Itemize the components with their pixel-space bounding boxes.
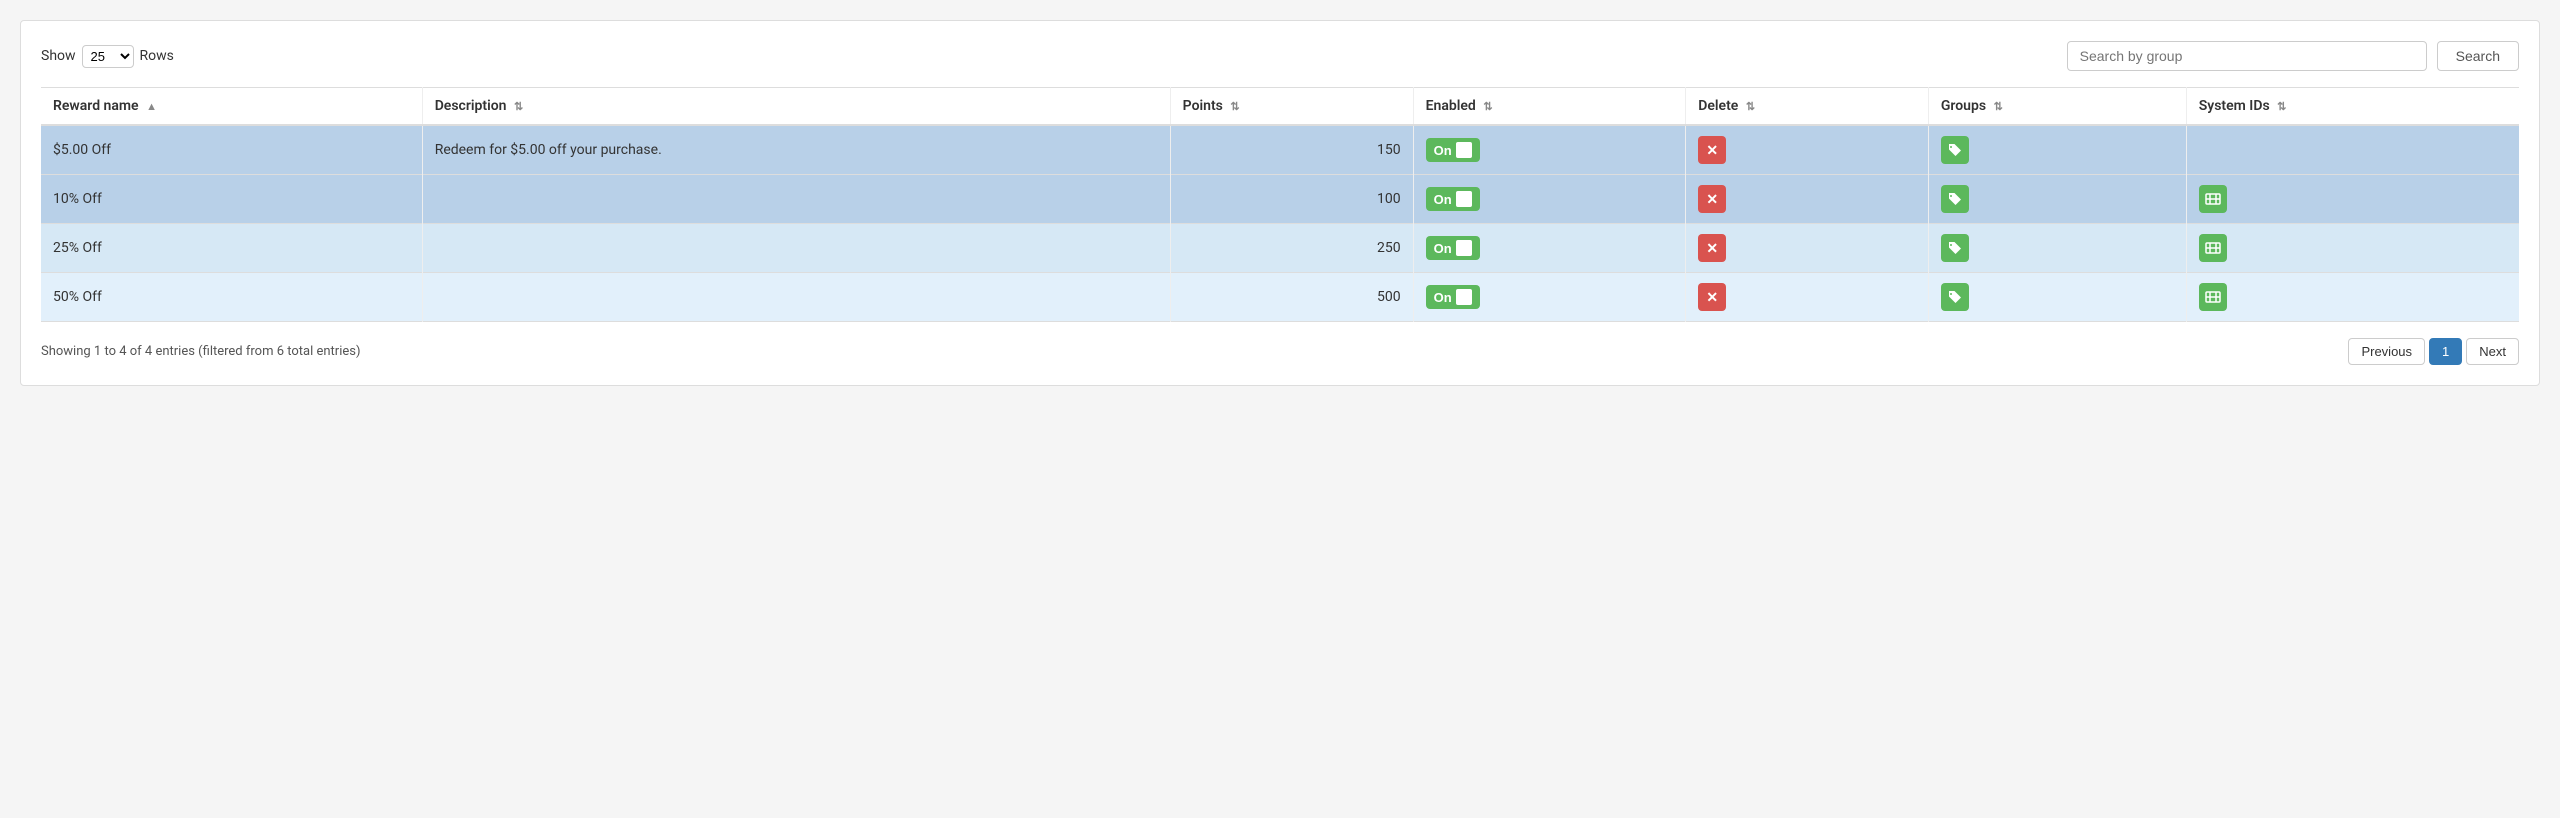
rows-select[interactable]: 25 10 50 100 — [82, 45, 134, 68]
toggle-knob — [1456, 191, 1472, 207]
table-header-row: Reward name ▲ Description ⇅ Points ⇅ Ena… — [41, 88, 2519, 126]
toggle-knob — [1456, 289, 1472, 305]
top-bar: Show 25 10 50 100 Rows Search — [41, 41, 2519, 71]
cell-points: 500 — [1170, 273, 1413, 322]
footer-bar: Showing 1 to 4 of 4 entries (filtered fr… — [41, 338, 2519, 365]
sort-icon-enabled: ⇅ — [1483, 100, 1492, 113]
enabled-toggle[interactable]: On — [1426, 138, 1480, 162]
cell-groups — [1928, 273, 2186, 322]
groups-button[interactable] — [1941, 136, 1969, 164]
pagination: Previous 1 Next — [2348, 338, 2519, 365]
cell-sysid — [2186, 125, 2519, 175]
cell-reward-name: 25% Off — [41, 224, 422, 273]
table-row: 10% Off 100 On ✕ — [41, 175, 2519, 224]
enabled-toggle[interactable]: On — [1426, 187, 1480, 211]
sysid-button[interactable] — [2199, 185, 2227, 213]
col-header-points[interactable]: Points ⇅ — [1170, 88, 1413, 126]
show-label: Show — [41, 48, 76, 64]
delete-button[interactable]: ✕ — [1698, 234, 1726, 262]
sort-icon-points: ⇅ — [1230, 100, 1239, 113]
cell-points: 250 — [1170, 224, 1413, 273]
table-row: 50% Off 500 On ✕ — [41, 273, 2519, 322]
toggle-knob — [1456, 240, 1472, 256]
show-rows-control: Show 25 10 50 100 Rows — [41, 45, 174, 68]
sort-icon-delete: ⇅ — [1746, 100, 1755, 113]
enabled-toggle[interactable]: On — [1426, 285, 1480, 309]
cell-delete: ✕ — [1686, 125, 1929, 175]
sort-icon-sysids: ⇅ — [2277, 100, 2286, 113]
table-row: 25% Off 250 On ✕ — [41, 224, 2519, 273]
groups-button[interactable] — [1941, 283, 1969, 311]
toggle-knob — [1456, 142, 1472, 158]
delete-button[interactable]: ✕ — [1698, 185, 1726, 213]
cell-enabled: On — [1413, 175, 1686, 224]
cell-description — [422, 224, 1170, 273]
search-group-input[interactable] — [2067, 41, 2427, 71]
sort-icon-reward-name: ▲ — [146, 100, 157, 113]
col-header-groups[interactable]: Groups ⇅ — [1928, 88, 2186, 126]
delete-button[interactable]: ✕ — [1698, 136, 1726, 164]
cell-description — [422, 273, 1170, 322]
groups-button[interactable] — [1941, 185, 1969, 213]
col-header-sysids[interactable]: System IDs ⇅ — [2186, 88, 2519, 126]
sysid-button[interactable] — [2199, 283, 2227, 311]
delete-button[interactable]: ✕ — [1698, 283, 1726, 311]
cell-sysid — [2186, 175, 2519, 224]
search-area: Search — [2067, 41, 2519, 71]
col-header-delete[interactable]: Delete ⇅ — [1686, 88, 1929, 126]
enabled-toggle[interactable]: On — [1426, 236, 1480, 260]
search-button[interactable]: Search — [2437, 41, 2519, 71]
next-button[interactable]: Next — [2466, 338, 2519, 365]
cell-delete: ✕ — [1686, 175, 1929, 224]
cell-delete: ✕ — [1686, 273, 1929, 322]
table-summary: Showing 1 to 4 of 4 entries (filtered fr… — [41, 344, 361, 359]
cell-points: 100 — [1170, 175, 1413, 224]
cell-sysid — [2186, 273, 2519, 322]
cell-delete: ✕ — [1686, 224, 1929, 273]
groups-button[interactable] — [1941, 234, 1969, 262]
cell-reward-name: 50% Off — [41, 273, 422, 322]
rows-label: Rows — [140, 48, 174, 64]
cell-enabled: On — [1413, 224, 1686, 273]
main-container: Show 25 10 50 100 Rows Search Reward nam… — [20, 20, 2540, 386]
cell-groups — [1928, 224, 2186, 273]
cell-enabled: On — [1413, 273, 1686, 322]
sysid-button[interactable] — [2199, 234, 2227, 262]
cell-reward-name: 10% Off — [41, 175, 422, 224]
page-1-button[interactable]: 1 — [2429, 338, 2462, 365]
cell-description — [422, 175, 1170, 224]
sort-icon-groups: ⇅ — [1994, 100, 2003, 113]
col-header-description[interactable]: Description ⇅ — [422, 88, 1170, 126]
cell-points: 150 — [1170, 125, 1413, 175]
rewards-table: Reward name ▲ Description ⇅ Points ⇅ Ena… — [41, 87, 2519, 322]
table-row: $5.00 OffRedeem for $5.00 off your purch… — [41, 125, 2519, 175]
cell-reward-name: $5.00 Off — [41, 125, 422, 175]
sort-icon-description: ⇅ — [514, 100, 523, 113]
col-header-reward-name[interactable]: Reward name ▲ — [41, 88, 422, 126]
cell-groups — [1928, 125, 2186, 175]
cell-enabled: On — [1413, 125, 1686, 175]
cell-groups — [1928, 175, 2186, 224]
prev-button[interactable]: Previous — [2348, 338, 2425, 365]
cell-description: Redeem for $5.00 off your purchase. — [422, 125, 1170, 175]
cell-sysid — [2186, 224, 2519, 273]
col-header-enabled[interactable]: Enabled ⇅ — [1413, 88, 1686, 126]
